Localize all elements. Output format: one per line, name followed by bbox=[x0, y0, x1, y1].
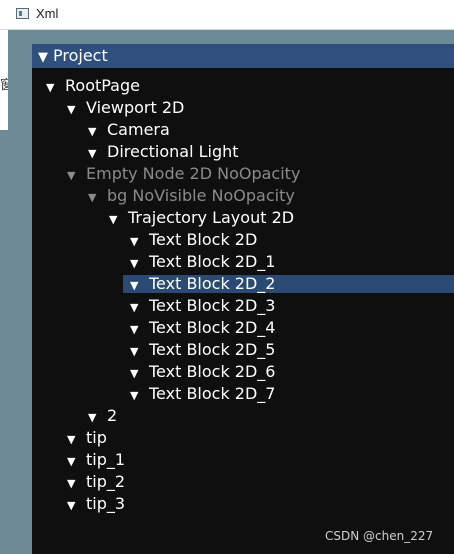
expand-arrow-icon[interactable]: ▼ bbox=[130, 275, 142, 297]
tree-item-label: Text Block 2D_1 bbox=[149, 252, 276, 271]
expand-arrow-icon[interactable]: ▼ bbox=[130, 385, 142, 407]
tree-item-label: Camera bbox=[107, 120, 170, 139]
tree-item[interactable]: ▼ Directional Light bbox=[88, 141, 239, 163]
tree-item[interactable]: ▼ Trajectory Layout 2D bbox=[109, 207, 294, 229]
expand-arrow-icon[interactable]: ▼ bbox=[88, 407, 100, 429]
tree-item-label: Text Block 2D_2 bbox=[149, 274, 276, 293]
tree-item-label: tip_2 bbox=[86, 472, 126, 491]
tree-item-label: Text Block 2D_4 bbox=[149, 318, 276, 337]
window-title: Xml bbox=[36, 6, 59, 21]
expand-arrow-icon[interactable]: ▼ bbox=[109, 209, 121, 231]
expand-arrow-icon[interactable]: ▼ bbox=[130, 319, 142, 341]
tree-item-label: tip_1 bbox=[86, 450, 126, 469]
expand-arrow-icon[interactable]: ▼ bbox=[130, 253, 142, 275]
tree-item[interactable]: ▼ tip_1 bbox=[67, 449, 125, 471]
tree-item-selected[interactable]: ▼ Text Block 2D_2 bbox=[130, 273, 275, 295]
tree-item[interactable]: ▼ RootPage bbox=[46, 75, 140, 97]
expand-arrow-icon[interactable]: ▼ bbox=[88, 187, 100, 209]
tree-item-label: Text Block 2D_7 bbox=[149, 384, 276, 403]
expand-arrow-icon[interactable]: ▼ bbox=[130, 341, 142, 363]
project-panel-header[interactable]: ▼ Project bbox=[32, 44, 454, 68]
tree-item-label: Directional Light bbox=[107, 142, 239, 161]
tree-item-label: bg NoVisible NoOpacity bbox=[107, 186, 295, 205]
tree-item[interactable]: ▼ Text Block 2D_6 bbox=[130, 361, 275, 383]
tree-item[interactable]: ▼ tip_3 bbox=[67, 493, 125, 515]
expand-arrow-icon[interactable]: ▼ bbox=[130, 231, 142, 253]
app-icon bbox=[16, 8, 29, 19]
tree-item[interactable]: ▼ Camera bbox=[88, 119, 170, 141]
expand-arrow-icon[interactable]: ▼ bbox=[88, 121, 100, 143]
tree-item[interactable]: ▼ Text Block 2D bbox=[130, 229, 257, 251]
tree-item-label: 2 bbox=[107, 406, 118, 425]
expand-arrow-icon[interactable]: ▼ bbox=[67, 451, 79, 473]
tree-item[interactable]: ▼ Text Block 2D_4 bbox=[130, 317, 275, 339]
left-strip-lower bbox=[0, 130, 8, 554]
tree-item[interactable]: ▼ Viewport 2D bbox=[67, 97, 184, 119]
tree-item[interactable]: ▼ Text Block 2D_5 bbox=[130, 339, 275, 361]
tree-item[interactable]: ▼ 2 bbox=[88, 405, 117, 427]
expand-arrow-icon[interactable]: ▼ bbox=[130, 297, 142, 319]
tree-item-label: Text Block 2D_6 bbox=[149, 362, 276, 381]
watermark: CSDN @chen_227 bbox=[325, 529, 434, 543]
expand-arrow-icon[interactable]: ▼ bbox=[67, 473, 79, 495]
collapse-arrow-icon[interactable]: ▼ bbox=[38, 46, 48, 70]
tree-item[interactable]: ▼ bg NoVisible NoOpacity bbox=[88, 185, 295, 207]
tree-item-label: Text Block 2D_5 bbox=[149, 340, 276, 359]
expand-arrow-icon[interactable]: ▼ bbox=[88, 143, 100, 165]
tree-item[interactable]: ▼ tip bbox=[67, 427, 107, 449]
tree-item[interactable]: ▼ tip_2 bbox=[67, 471, 125, 493]
tree-item[interactable]: ▼ Empty Node 2D NoOpacity bbox=[67, 163, 300, 185]
panel-title: Project bbox=[53, 46, 108, 65]
expand-arrow-icon[interactable]: ▼ bbox=[67, 165, 79, 187]
tree-item-label: Trajectory Layout 2D bbox=[128, 208, 295, 227]
window-titlebar: Xml bbox=[0, 0, 454, 30]
tree-item-label: tip_3 bbox=[86, 494, 126, 513]
tree-item[interactable]: ▼ Text Block 2D_3 bbox=[130, 295, 275, 317]
tree-item-label: Viewport 2D bbox=[86, 98, 185, 117]
strip-glyph: 窗 bbox=[0, 78, 8, 93]
tree-item-label: Empty Node 2D NoOpacity bbox=[86, 164, 301, 183]
tree-item-label: Text Block 2D_3 bbox=[149, 296, 276, 315]
tree-item-label: Text Block 2D bbox=[149, 230, 258, 249]
tree-item[interactable]: ▼ Text Block 2D_7 bbox=[130, 383, 275, 405]
expand-arrow-icon[interactable]: ▼ bbox=[67, 495, 79, 517]
expand-arrow-icon[interactable]: ▼ bbox=[67, 429, 79, 451]
expand-arrow-icon[interactable]: ▼ bbox=[46, 77, 58, 99]
tree-item[interactable]: ▼ Text Block 2D_1 bbox=[130, 251, 275, 273]
expand-arrow-icon[interactable]: ▼ bbox=[130, 363, 142, 385]
tree-item-label: RootPage bbox=[65, 76, 140, 95]
tree-item-label: tip bbox=[86, 428, 107, 447]
expand-arrow-icon[interactable]: ▼ bbox=[67, 99, 79, 121]
